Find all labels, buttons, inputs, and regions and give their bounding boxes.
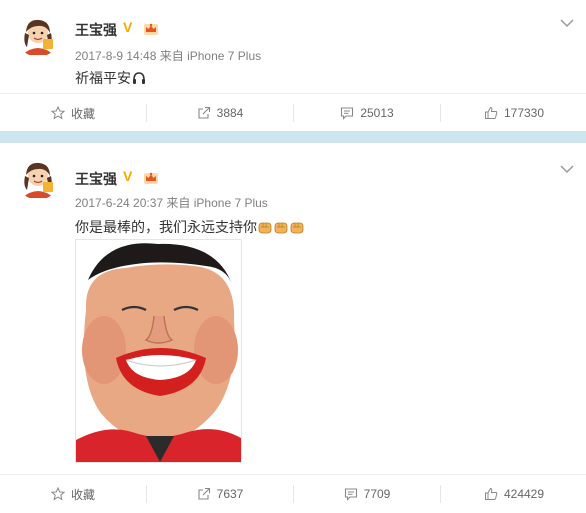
post-text-body: 你是最棒的，我们永远支持你 (75, 219, 257, 235)
repost-button[interactable]: 7637 (147, 475, 293, 513)
fist-emoji-icon (273, 219, 289, 238)
post-source: 来自 iPhone 7 Plus (166, 196, 268, 210)
post-text: 你是最棒的，我们永远支持你 (75, 217, 305, 238)
avatar[interactable] (17, 15, 59, 57)
repost-icon (197, 487, 211, 501)
comment-count: 25013 (360, 106, 394, 120)
avatar[interactable] (17, 158, 59, 200)
weibo-post: 王宝强 V 2017-8-9 14:48 来自 iPhone 7 Plus 祈福… (0, 0, 586, 131)
post-text-body: 祈福平安 (75, 70, 131, 86)
post-source: 来自 iPhone 7 Plus (159, 49, 262, 63)
star-icon (50, 487, 65, 501)
author-name[interactable]: 王宝强 (75, 20, 117, 40)
weibo-post: 王宝强 V 2017-6-24 20:37 来自 iPhone 7 Plus 你… (0, 143, 586, 504)
post-time[interactable]: 2017-6-24 20:37 (75, 196, 163, 210)
headphone-emoji-icon (131, 70, 147, 89)
favorite-label: 收藏 (70, 487, 95, 502)
comment-icon (340, 106, 354, 120)
post-meta: 2017-6-24 20:37 来自 iPhone 7 Plus (75, 194, 268, 211)
fist-emoji-icon (289, 219, 305, 238)
like-button[interactable]: 424429 (441, 475, 586, 513)
fist-emoji-icon (257, 219, 273, 238)
favorite-button[interactable]: 收藏 (0, 475, 146, 513)
star-icon (50, 106, 65, 120)
repost-icon (197, 106, 211, 120)
thumbs-up-icon (484, 487, 498, 501)
like-count: 424429 (503, 487, 545, 501)
author-name[interactable]: 王宝强 (75, 169, 117, 189)
comment-button[interactable]: 25013 (294, 94, 440, 132)
action-bar: 收藏 3884 25013 177330 (0, 93, 586, 132)
action-bar: 收藏 7637 7709 424429 (0, 474, 586, 513)
post-meta: 2017-8-9 14:48 来自 iPhone 7 Plus (75, 47, 261, 64)
post-time[interactable]: 2017-8-9 14:48 (75, 49, 156, 63)
comment-icon (344, 487, 358, 501)
comment-count: 7709 (363, 487, 391, 501)
comment-button[interactable]: 7709 (294, 475, 440, 513)
post-text: 祈福平安 (75, 68, 147, 89)
favorite-label: 收藏 (70, 106, 95, 121)
post-image[interactable] (75, 239, 242, 463)
vip-crown-icon (143, 170, 159, 186)
thumbs-up-icon (484, 106, 498, 120)
chevron-down-icon[interactable] (560, 15, 574, 28)
repost-button[interactable]: 3884 (147, 94, 293, 132)
chevron-down-icon[interactable] (560, 161, 574, 174)
repost-count: 3884 (216, 106, 244, 120)
repost-count: 7637 (216, 487, 244, 501)
verified-badge: V (123, 168, 133, 184)
like-count: 177330 (503, 106, 545, 120)
feed-separator (0, 131, 586, 143)
favorite-button[interactable]: 收藏 (0, 94, 146, 132)
verified-badge: V (123, 19, 133, 35)
vip-crown-icon (143, 21, 159, 37)
like-button[interactable]: 177330 (441, 94, 586, 132)
